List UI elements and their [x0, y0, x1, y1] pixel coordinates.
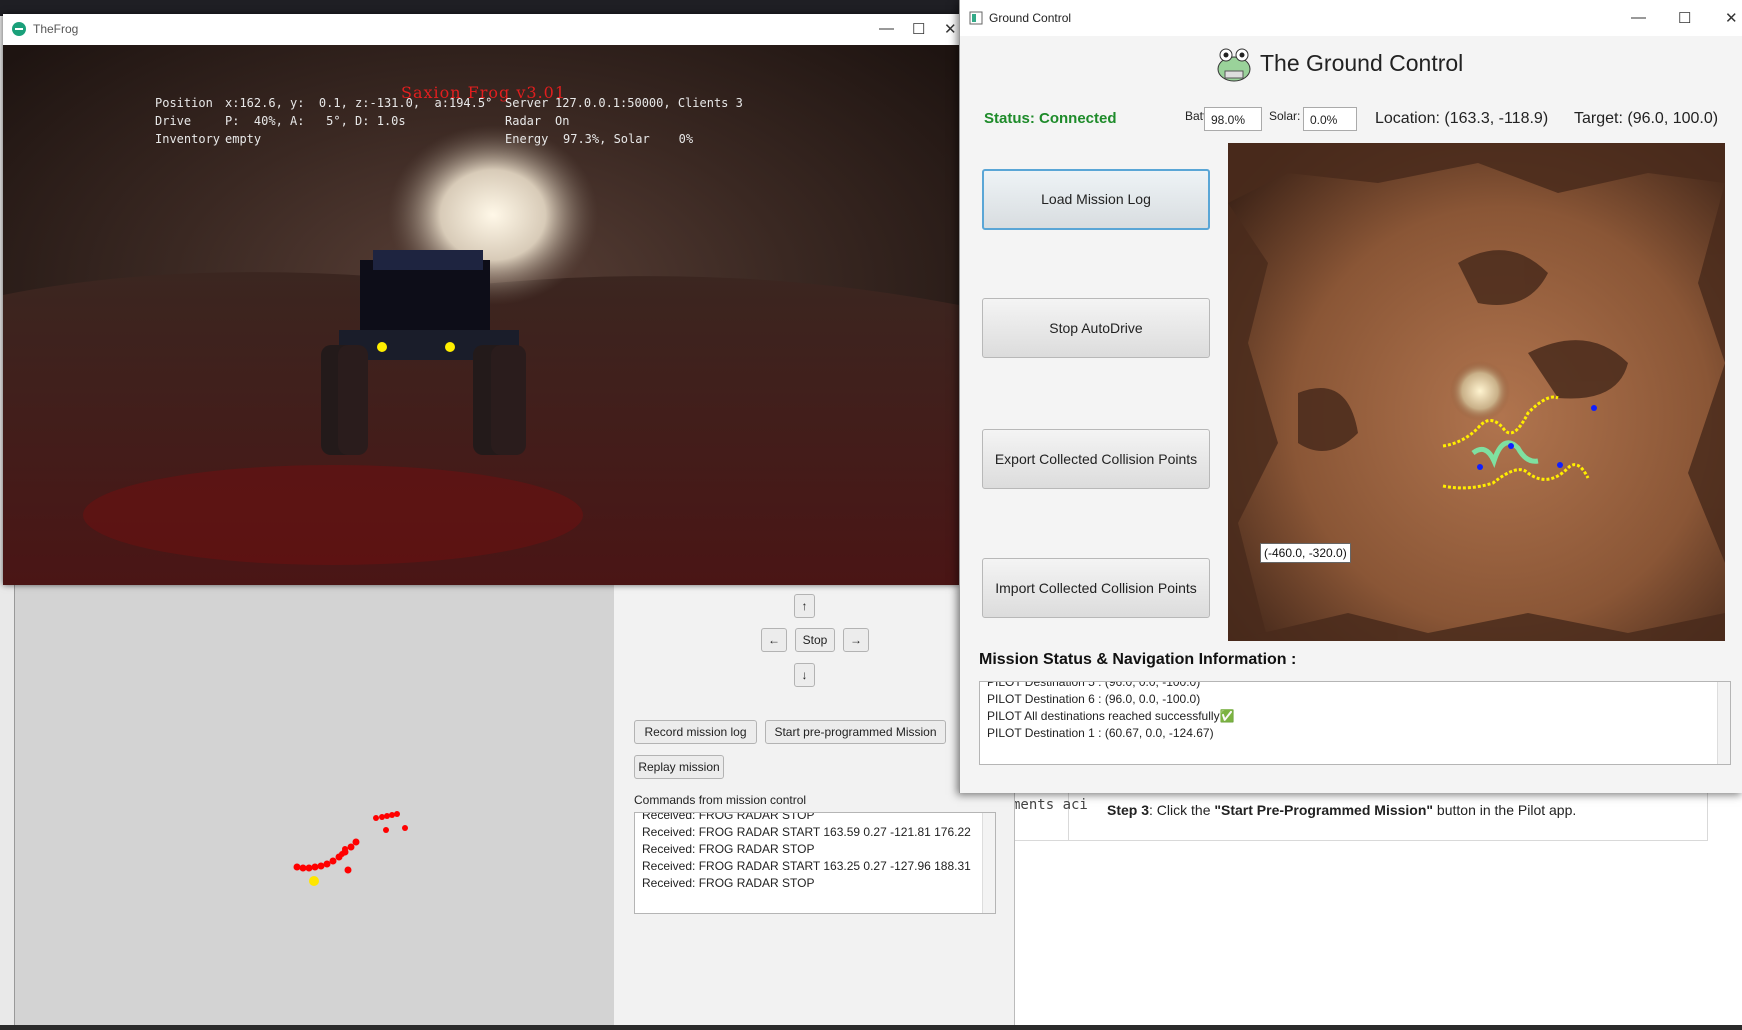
hud-drive-value: P: 40%, A: 5°, D: 1.0s — [225, 114, 406, 128]
step-mid: : Click the — [1149, 802, 1215, 818]
hud-energy-label: Energy — [505, 132, 549, 146]
frog-titlebar: TheFrog — ☐ ✕ — [3, 14, 959, 45]
scene-render — [3, 45, 959, 585]
frog-app-icon — [12, 22, 26, 36]
minimize-icon[interactable]: — — [1631, 9, 1646, 26]
solar-label: Solar: — [1269, 109, 1301, 123]
stop-autodrive-button[interactable]: Stop AutoDrive — [982, 298, 1210, 358]
target-readout: Target: (96.0, 100.0) — [1574, 110, 1719, 127]
gc-app-icon — [969, 11, 983, 25]
hud-server-label: Server — [505, 96, 549, 110]
frog-window-title: TheFrog — [33, 22, 79, 36]
gc-header-title: The Ground Control — [1260, 50, 1464, 76]
ground-control-window: Ground Control — ☐ ✕ The Ground Control … — [959, 0, 1742, 793]
command-line: Received: FROG RADAR STOP — [642, 876, 815, 890]
command-line: Received: FROG RADAR START 163.59 0.27 -… — [642, 825, 971, 839]
export-collision-points-button[interactable]: Export Collected Collision Points — [982, 429, 1210, 489]
gc-titlebar: Ground Control — ☐ ✕ — [960, 0, 1742, 36]
right-button[interactable]: → — [843, 628, 869, 652]
hud-server-value: 127.0.0.1:50000, Clients 3 — [555, 96, 743, 110]
hud-radar-value: On — [555, 114, 570, 128]
frog-simulator-window: TheFrog — ☐ ✕ Saxion Frog v3.01 Position… — [3, 14, 959, 585]
step-number: Step 3 — [1107, 802, 1150, 818]
radar-points — [293, 811, 408, 874]
rover-position-marker — [309, 876, 319, 886]
mission-log-line: PILOT Destination 1 : (60.67, 0.0, -124.… — [987, 726, 1214, 740]
radar-view — [14, 584, 616, 1025]
hud-position-label: Position — [155, 96, 213, 110]
hud-position-value: x:162.6, y: 0.1, z:-131.0, a:194.5° — [225, 96, 493, 110]
mission-log-line: PILOT Destination 6 : (96.0, 0.0, -100.0… — [987, 692, 1201, 706]
replay-mission-button[interactable]: Replay mission — [634, 755, 724, 779]
close-icon[interactable]: ✕ — [944, 20, 957, 38]
map-coordinate-tooltip: (-460.0, -320.0) — [1260, 543, 1351, 563]
mission-log-line: PILOT All destinations reached successfu… — [987, 709, 1235, 723]
connection-status: Status: Connected — [984, 110, 1117, 127]
3d-scene-viewport[interactable]: Saxion Frog v3.01 Position x:162.6, y: 0… — [3, 45, 959, 585]
forward-button[interactable]: ↑ — [794, 594, 815, 618]
maximize-icon[interactable]: ☐ — [1678, 9, 1691, 27]
commands-scrollbar[interactable] — [982, 813, 995, 913]
gc-window-title: Ground Control — [989, 11, 1072, 25]
minimize-icon[interactable]: — — [879, 20, 894, 37]
stop-button[interactable]: Stop — [795, 628, 835, 652]
maximize-icon[interactable]: ☐ — [912, 20, 925, 38]
terrain-map[interactable]: (-460.0, -320.0) — [1228, 143, 1725, 641]
pilot-controls-panel: ↑ ← Stop → ↓ Record mission log Start pr… — [614, 584, 1015, 1025]
step-button-name: "Start Pre-Programmed Mission" — [1214, 802, 1434, 818]
command-line: Received: FROG RADAR START 163.25 0.27 -… — [642, 859, 971, 873]
start-preprogrammed-mission-button[interactable]: Start pre-programmed Mission — [765, 720, 946, 744]
hud-drive-label: Drive — [155, 114, 192, 128]
load-mission-log-button[interactable]: Load Mission Log — [982, 169, 1210, 230]
commands-label: Commands from mission control — [634, 793, 807, 807]
radar-canvas — [293, 811, 408, 886]
location-readout: Location: (163.3, -118.9) — [1375, 110, 1549, 127]
hud-inventory-label: Inventory — [155, 132, 221, 146]
light-source — [1450, 361, 1510, 421]
record-mission-log-button[interactable]: Record mission log — [634, 720, 757, 744]
close-icon[interactable]: ✕ — [1725, 9, 1738, 27]
solar-field[interactable]: 0.0% — [1303, 107, 1357, 131]
backward-button[interactable]: ↓ — [794, 663, 815, 687]
import-collision-points-button[interactable]: Import Collected Collision Points — [982, 558, 1210, 618]
hud-inventory-value: empty — [225, 132, 262, 146]
step-suffix: button in the Pilot app. — [1433, 802, 1577, 818]
battery-field[interactable]: 98.0% — [1204, 107, 1262, 131]
command-line: Received: FROG RADAR STOP — [642, 812, 815, 822]
commands-log[interactable]: Received: FROG RADAR STOP Received: FROG… — [634, 812, 996, 914]
mission-status-log[interactable]: PILOT Destination 5 : (96.0, 0.0, -100.0… — [979, 681, 1731, 765]
mission-status-title: Mission Status & Navigation Information … — [979, 651, 1297, 668]
left-button[interactable]: ← — [761, 628, 787, 652]
document-step-text: Step 3: Click the "Start Pre-Programmed … — [1107, 802, 1576, 818]
document-cell-text: ments aci — [1012, 797, 1088, 813]
mission-log-line: PILOT Destination 5 : (96.0, 0.0, -100.0… — [987, 681, 1201, 689]
frog-logo-icon — [1217, 48, 1251, 82]
command-line: Received: FROG RADAR STOP — [642, 842, 815, 856]
hud-radar-label: Radar — [505, 114, 542, 128]
hud-energy-value: 97.3%, Solar 0% — [563, 132, 694, 146]
mission-log-scrollbar[interactable] — [1717, 682, 1730, 764]
map-render — [1228, 143, 1725, 641]
